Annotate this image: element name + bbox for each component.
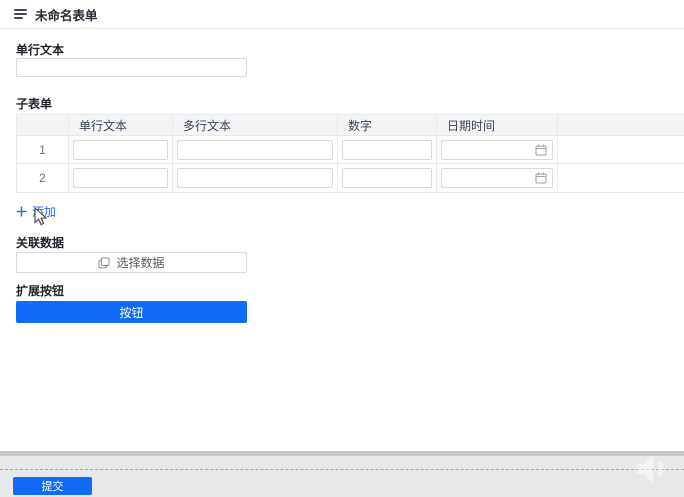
single-line-text-label: 单行文本 <box>16 41 64 58</box>
subform-table: 单行文本 多行文本 数字 日期时间 1 <box>16 114 684 193</box>
subform-cell-empty <box>558 136 684 164</box>
speaker-icon <box>634 453 670 485</box>
select-data-button-label: 选择数据 <box>116 254 164 271</box>
single-line-text-input[interactable] <box>16 58 247 77</box>
add-link-label: 添加 <box>32 203 56 220</box>
subform-col-header-datetime: 日期时间 <box>437 115 558 136</box>
subform-row-index: 2 <box>17 164 69 192</box>
subform-cell <box>338 136 437 164</box>
submit-button[interactable]: 提交 <box>13 477 92 495</box>
related-data-label: 关联数据 <box>16 234 64 251</box>
submit-button-text: 提交 <box>42 478 64 494</box>
subform-row1-multi-line-input[interactable] <box>177 140 333 160</box>
subform-row-index: 1 <box>17 136 69 164</box>
subform-row1-number-input[interactable] <box>342 140 432 160</box>
calendar-icon[interactable] <box>535 172 547 184</box>
plus-icon <box>16 206 27 217</box>
subform-cell-empty <box>558 164 684 192</box>
subform-row2-single-line-input[interactable] <box>73 168 168 188</box>
subform-col-header-single-line: 单行文本 <box>69 115 173 136</box>
dashed-separator <box>0 469 684 470</box>
subform-col-header-index <box>17 115 69 136</box>
copy-icon <box>98 257 110 269</box>
form-lines-icon <box>14 9 27 19</box>
header: 未命名表单 <box>0 0 684 29</box>
subform-row2-number-input[interactable] <box>342 168 432 188</box>
form-title: 未命名表单 <box>35 5 98 24</box>
subform-cell <box>69 164 173 192</box>
calendar-icon[interactable] <box>535 144 547 156</box>
subform-col-header-empty <box>558 115 684 136</box>
subform-label: 子表单 <box>16 95 52 112</box>
extended-action-button[interactable]: 按钮 <box>16 301 247 323</box>
extended-action-button-text: 按钮 <box>119 304 143 321</box>
subform-add-row-link[interactable]: 添加 <box>16 203 56 220</box>
extended-button-label: 扩展按钮 <box>16 282 64 299</box>
subform-cell <box>437 136 558 164</box>
form-preview-screen: 未命名表单 单行文本 子表单 单行文本 多行文本 数字 日期时间 1 <box>0 0 684 497</box>
subform-col-header-number: 数字 <box>338 115 437 136</box>
subform-cell <box>437 164 558 192</box>
select-data-button[interactable]: 选择数据 <box>16 252 247 273</box>
subform-cell <box>338 164 437 192</box>
subform-cell <box>69 136 173 164</box>
subform-row1-single-line-input[interactable] <box>73 140 168 160</box>
subform-cell <box>173 164 338 192</box>
subform-cell <box>173 136 338 164</box>
subform-col-header-multi-line: 多行文本 <box>173 115 338 136</box>
bottom-action-bar: 提交 <box>0 456 684 497</box>
subform-row2-multi-line-input[interactable] <box>177 168 333 188</box>
